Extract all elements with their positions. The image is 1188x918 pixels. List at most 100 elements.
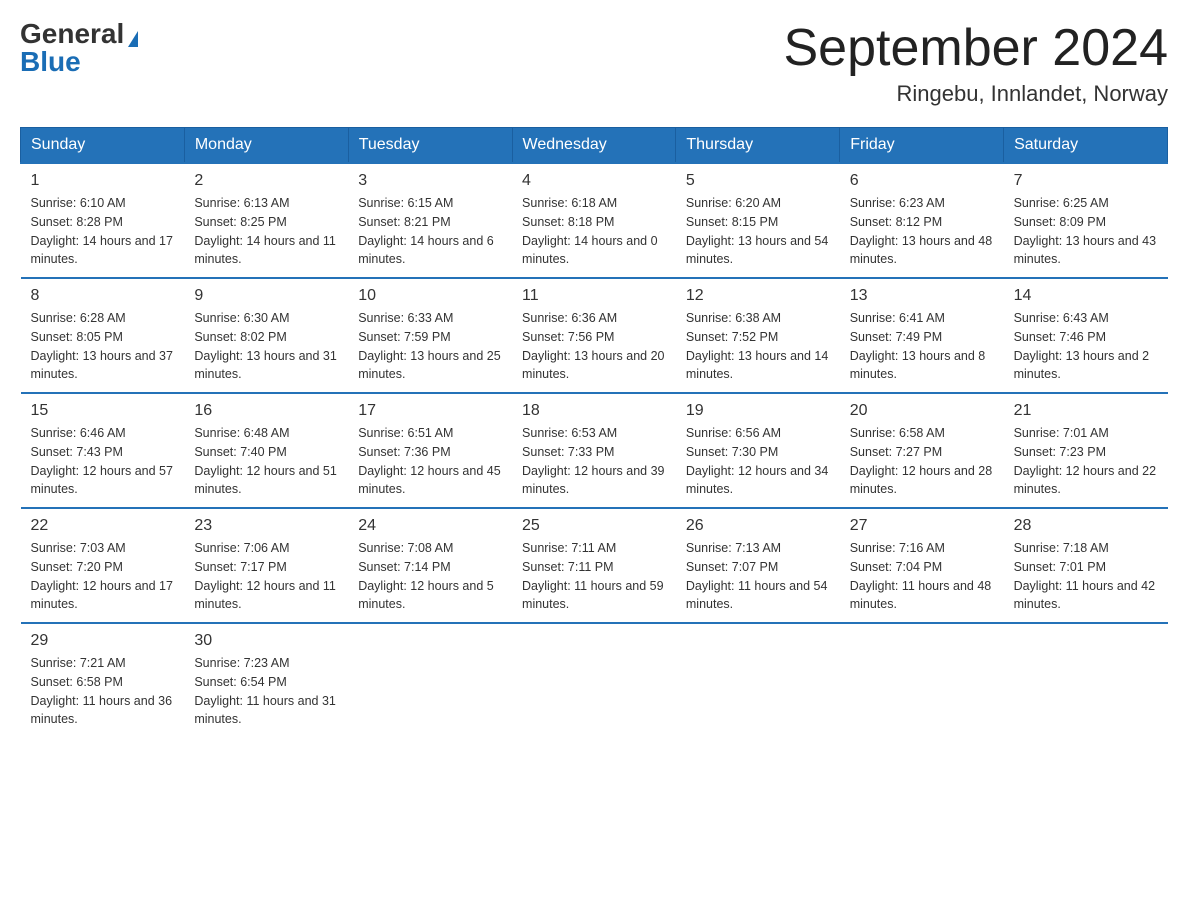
calendar-day-cell: 16 Sunrise: 6:48 AM Sunset: 7:40 PM Dayl… [184, 393, 348, 508]
calendar-week-row: 15 Sunrise: 6:46 AM Sunset: 7:43 PM Dayl… [21, 393, 1168, 508]
day-info: Sunrise: 7:06 AM Sunset: 7:17 PM Dayligh… [194, 539, 338, 614]
calendar-day-cell: 9 Sunrise: 6:30 AM Sunset: 8:02 PM Dayli… [184, 278, 348, 393]
logo-general-line: General [20, 20, 138, 48]
daylight-label: Daylight: 12 hours and 45 minutes. [358, 464, 500, 497]
day-number: 16 [194, 402, 338, 420]
calendar-day-cell [1004, 623, 1168, 737]
day-number: 28 [1014, 517, 1158, 535]
day-info: Sunrise: 6:20 AM Sunset: 8:15 PM Dayligh… [686, 194, 830, 269]
weekday-header-row: Sunday Monday Tuesday Wednesday Thursday… [21, 128, 1168, 164]
header-saturday: Saturday [1004, 128, 1168, 164]
day-number: 9 [194, 287, 338, 305]
sunrise-label: Sunrise: 6:36 AM [522, 311, 617, 325]
calendar-day-cell: 29 Sunrise: 7:21 AM Sunset: 6:58 PM Dayl… [21, 623, 185, 737]
day-info: Sunrise: 7:03 AM Sunset: 7:20 PM Dayligh… [31, 539, 175, 614]
calendar-day-cell: 7 Sunrise: 6:25 AM Sunset: 8:09 PM Dayli… [1004, 163, 1168, 278]
daylight-label: Daylight: 14 hours and 6 minutes. [358, 234, 494, 267]
calendar-day-cell: 14 Sunrise: 6:43 AM Sunset: 7:46 PM Dayl… [1004, 278, 1168, 393]
sunrise-label: Sunrise: 6:25 AM [1014, 196, 1109, 210]
day-info: Sunrise: 6:10 AM Sunset: 8:28 PM Dayligh… [31, 194, 175, 269]
sunset-label: Sunset: 6:54 PM [194, 675, 286, 689]
calendar-day-cell: 13 Sunrise: 6:41 AM Sunset: 7:49 PM Dayl… [840, 278, 1004, 393]
day-info: Sunrise: 6:28 AM Sunset: 8:05 PM Dayligh… [31, 309, 175, 384]
sunrise-label: Sunrise: 7:08 AM [358, 541, 453, 555]
sunset-label: Sunset: 8:18 PM [522, 215, 614, 229]
day-number: 4 [522, 172, 666, 190]
daylight-label: Daylight: 12 hours and 28 minutes. [850, 464, 992, 497]
daylight-label: Daylight: 13 hours and 25 minutes. [358, 349, 500, 382]
day-info: Sunrise: 7:01 AM Sunset: 7:23 PM Dayligh… [1014, 424, 1158, 499]
month-title: September 2024 [784, 20, 1169, 77]
day-info: Sunrise: 7:18 AM Sunset: 7:01 PM Dayligh… [1014, 539, 1158, 614]
day-info: Sunrise: 6:58 AM Sunset: 7:27 PM Dayligh… [850, 424, 994, 499]
sunrise-label: Sunrise: 6:53 AM [522, 426, 617, 440]
daylight-label: Daylight: 12 hours and 11 minutes. [194, 579, 336, 612]
day-info: Sunrise: 6:18 AM Sunset: 8:18 PM Dayligh… [522, 194, 666, 269]
day-number: 2 [194, 172, 338, 190]
day-number: 30 [194, 632, 338, 650]
sunrise-label: Sunrise: 7:18 AM [1014, 541, 1109, 555]
calendar-day-cell: 1 Sunrise: 6:10 AM Sunset: 8:28 PM Dayli… [21, 163, 185, 278]
day-number: 25 [522, 517, 666, 535]
sunset-label: Sunset: 7:43 PM [31, 445, 123, 459]
sunset-label: Sunset: 6:58 PM [31, 675, 123, 689]
daylight-label: Daylight: 12 hours and 34 minutes. [686, 464, 828, 497]
sunrise-label: Sunrise: 7:11 AM [522, 541, 616, 555]
daylight-label: Daylight: 13 hours and 54 minutes. [686, 234, 828, 267]
day-number: 12 [686, 287, 830, 305]
logo: General Blue [20, 20, 138, 76]
calendar-day-cell: 28 Sunrise: 7:18 AM Sunset: 7:01 PM Dayl… [1004, 508, 1168, 623]
page-header: General Blue September 2024 Ringebu, Inn… [20, 20, 1168, 107]
daylight-label: Daylight: 13 hours and 43 minutes. [1014, 234, 1156, 267]
sunset-label: Sunset: 7:14 PM [358, 560, 450, 574]
sunset-label: Sunset: 7:11 PM [522, 560, 614, 574]
calendar-day-cell: 24 Sunrise: 7:08 AM Sunset: 7:14 PM Dayl… [348, 508, 512, 623]
calendar-week-row: 22 Sunrise: 7:03 AM Sunset: 7:20 PM Dayl… [21, 508, 1168, 623]
title-block: September 2024 Ringebu, Innlandet, Norwa… [784, 20, 1169, 107]
location: Ringebu, Innlandet, Norway [784, 81, 1169, 107]
day-info: Sunrise: 6:51 AM Sunset: 7:36 PM Dayligh… [358, 424, 502, 499]
day-info: Sunrise: 6:48 AM Sunset: 7:40 PM Dayligh… [194, 424, 338, 499]
sunrise-label: Sunrise: 7:21 AM [31, 656, 126, 670]
sunrise-label: Sunrise: 7:03 AM [31, 541, 126, 555]
day-info: Sunrise: 7:11 AM Sunset: 7:11 PM Dayligh… [522, 539, 666, 614]
day-number: 29 [31, 632, 175, 650]
day-number: 26 [686, 517, 830, 535]
sunrise-label: Sunrise: 6:13 AM [194, 196, 289, 210]
day-info: Sunrise: 6:30 AM Sunset: 8:02 PM Dayligh… [194, 309, 338, 384]
calendar-week-row: 8 Sunrise: 6:28 AM Sunset: 8:05 PM Dayli… [21, 278, 1168, 393]
sunset-label: Sunset: 8:25 PM [194, 215, 286, 229]
day-info: Sunrise: 7:08 AM Sunset: 7:14 PM Dayligh… [358, 539, 502, 614]
calendar-day-cell: 21 Sunrise: 7:01 AM Sunset: 7:23 PM Dayl… [1004, 393, 1168, 508]
day-number: 27 [850, 517, 994, 535]
day-info: Sunrise: 6:36 AM Sunset: 7:56 PM Dayligh… [522, 309, 666, 384]
calendar-day-cell [348, 623, 512, 737]
sunrise-label: Sunrise: 6:56 AM [686, 426, 781, 440]
calendar-day-cell: 5 Sunrise: 6:20 AM Sunset: 8:15 PM Dayli… [676, 163, 840, 278]
day-info: Sunrise: 6:13 AM Sunset: 8:25 PM Dayligh… [194, 194, 338, 269]
daylight-label: Daylight: 14 hours and 17 minutes. [31, 234, 173, 267]
day-info: Sunrise: 6:23 AM Sunset: 8:12 PM Dayligh… [850, 194, 994, 269]
day-info: Sunrise: 7:16 AM Sunset: 7:04 PM Dayligh… [850, 539, 994, 614]
sunset-label: Sunset: 7:30 PM [686, 445, 778, 459]
day-number: 1 [31, 172, 175, 190]
sunset-label: Sunset: 7:59 PM [358, 330, 450, 344]
day-number: 18 [522, 402, 666, 420]
daylight-label: Daylight: 12 hours and 5 minutes. [358, 579, 494, 612]
daylight-label: Daylight: 11 hours and 59 minutes. [522, 579, 664, 612]
calendar-day-cell: 23 Sunrise: 7:06 AM Sunset: 7:17 PM Dayl… [184, 508, 348, 623]
sunrise-label: Sunrise: 6:38 AM [686, 311, 781, 325]
daylight-label: Daylight: 11 hours and 48 minutes. [850, 579, 992, 612]
day-info: Sunrise: 6:53 AM Sunset: 7:33 PM Dayligh… [522, 424, 666, 499]
calendar-body: 1 Sunrise: 6:10 AM Sunset: 8:28 PM Dayli… [21, 163, 1168, 737]
sunset-label: Sunset: 7:33 PM [522, 445, 614, 459]
calendar-week-row: 1 Sunrise: 6:10 AM Sunset: 8:28 PM Dayli… [21, 163, 1168, 278]
day-number: 8 [31, 287, 175, 305]
sunrise-label: Sunrise: 7:16 AM [850, 541, 945, 555]
logo-general-text: General [20, 18, 124, 49]
day-info: Sunrise: 6:15 AM Sunset: 8:21 PM Dayligh… [358, 194, 502, 269]
day-number: 13 [850, 287, 994, 305]
calendar-day-cell: 26 Sunrise: 7:13 AM Sunset: 7:07 PM Dayl… [676, 508, 840, 623]
sunset-label: Sunset: 7:46 PM [1014, 330, 1106, 344]
sunrise-label: Sunrise: 6:46 AM [31, 426, 126, 440]
